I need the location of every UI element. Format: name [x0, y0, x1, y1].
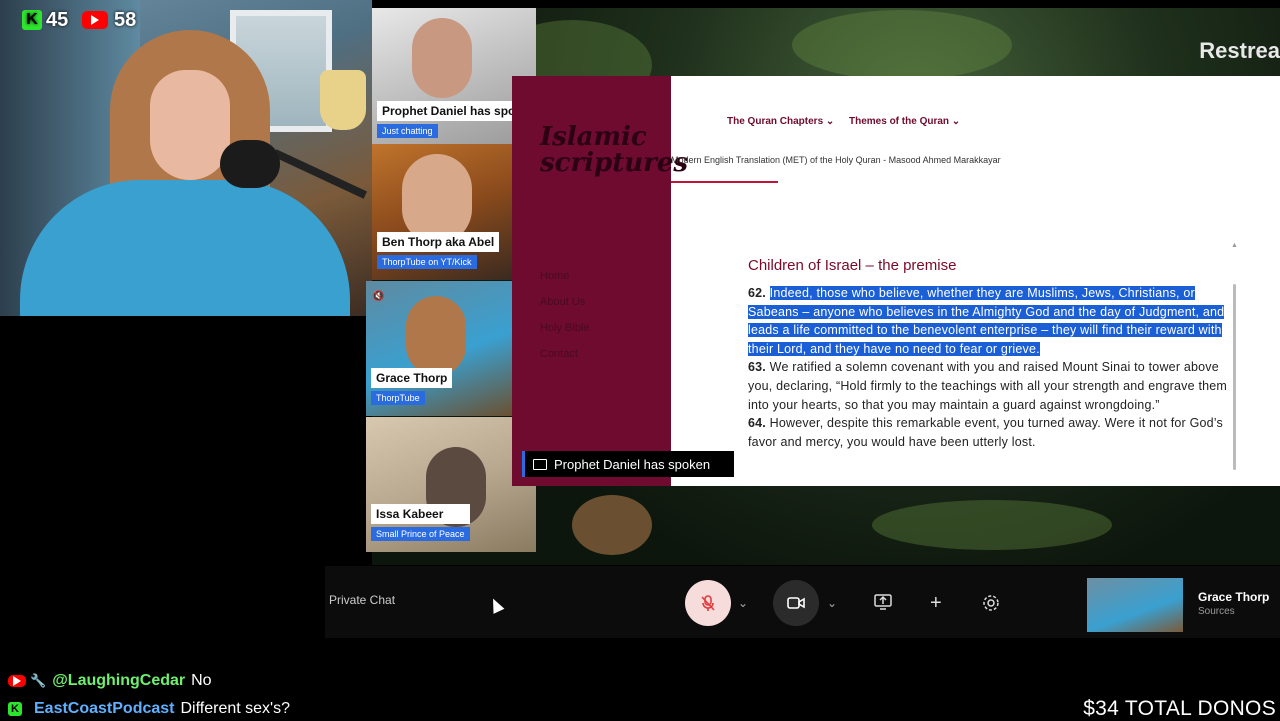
logo-line: scriptures — [540, 148, 689, 178]
screen-share-icon — [533, 458, 547, 470]
screen-share-banner: Prophet Daniel has spoken — [522, 451, 734, 477]
chat-text: Different sex's? — [180, 700, 290, 717]
chat-message: 🔧 @LaughingCedar No — [8, 672, 212, 690]
participant-tile[interactable]: Issa Kabeer Small Prince of Peace — [366, 417, 536, 552]
microphone — [220, 140, 280, 188]
total-donations: $34 TOTAL DONOS — [1083, 697, 1276, 720]
nav-quran-chapters[interactable]: The Quran Chapters ⌄ — [727, 116, 834, 127]
share-screen-button[interactable] — [874, 594, 892, 610]
site-menu-contact[interactable]: Contact — [540, 348, 578, 360]
foliage-decoration — [872, 500, 1112, 550]
kick-count: 45 — [46, 8, 69, 31]
youtube-logo-icon — [8, 675, 26, 687]
participant-name: Prophet Daniel has spok — [377, 101, 528, 121]
self-name: Grace Thorp — [1198, 590, 1270, 604]
camera-options-chevron-icon[interactable]: ⌄ — [827, 596, 837, 610]
logo-line: Islamic — [540, 122, 647, 152]
site-menu-bible[interactable]: Holy Bible — [540, 322, 590, 334]
participant-subtitle: ThorpTube on YT/Kick — [377, 255, 477, 269]
verse-text: 62. Indeed, those who believe, whether t… — [748, 284, 1234, 451]
self-sources-link[interactable]: Sources — [1198, 606, 1235, 617]
site-menu-about[interactable]: About Us — [540, 296, 585, 308]
restream-watermark: Restrea — [1199, 38, 1280, 63]
streamer-webcam — [0, 0, 372, 316]
plus-icon: + — [930, 592, 942, 614]
chat-text: No — [191, 672, 212, 689]
accent-underline — [671, 181, 778, 183]
chat-username: @LaughingCedar — [52, 672, 186, 689]
section-heading: Children of Israel – the premise — [748, 257, 957, 274]
add-button[interactable]: + — [930, 592, 942, 615]
participant-video — [412, 18, 472, 98]
wrench-icon: 🔧 — [30, 673, 47, 688]
participant-name: Ben Thorp aka Abel — [377, 232, 500, 252]
mic-off-icon — [701, 595, 715, 611]
webcam-lamp — [320, 70, 366, 130]
site-menu-home[interactable]: Home — [540, 270, 569, 282]
verse-number: 62. — [748, 286, 766, 300]
participant-tile[interactable]: Ben Thorp aka Abel ThorpTube on YT/Kick — [372, 144, 512, 280]
camera-icon — [787, 597, 805, 609]
streamer-face — [150, 70, 230, 180]
foliage-decoration — [792, 10, 1012, 80]
verse-number: 63. — [748, 360, 766, 375]
settings-button[interactable] — [982, 594, 1000, 612]
gear-icon — [983, 595, 999, 611]
screen-share-label: Prophet Daniel has spoken — [554, 456, 711, 472]
kick-logo-icon: K — [22, 10, 42, 30]
site-subtitle: Modern English Translation (MET) of the … — [671, 155, 1001, 165]
camera-toggle-button[interactable] — [773, 580, 819, 626]
verse-64: However, despite this remarkable event, … — [748, 416, 1223, 449]
participant-subtitle: Small Prince of Peace — [371, 527, 470, 541]
verse-62-highlighted: Indeed, those who believe, whether they … — [748, 286, 1225, 356]
participant-tile[interactable]: 🔇 Grace Thorp ThorpTube — [366, 281, 512, 416]
mic-toggle-button[interactable] — [685, 580, 731, 626]
mic-arm — [272, 149, 368, 199]
scroll-up-icon[interactable]: ▲ — [1231, 242, 1238, 249]
verse-63: We ratified a solemn covenant with you a… — [748, 360, 1228, 412]
nav-themes[interactable]: Themes of the Quran ⌄ — [849, 116, 960, 127]
youtube-viewer-count: 58 — [82, 8, 136, 32]
verse-number: 64. — [748, 416, 766, 431]
top-strip — [372, 0, 1280, 8]
youtube-logo-icon — [82, 11, 108, 29]
site-logo[interactable]: Islamic scriptures — [540, 124, 688, 176]
participant-name: Issa Kabeer — [371, 504, 470, 524]
kick-viewer-count: K 45 — [22, 8, 68, 32]
participant-subtitle: Just chatting — [377, 124, 438, 138]
participant-subtitle: ThorpTube — [371, 391, 425, 405]
chat-username: EastCoastPodcast — [34, 700, 175, 717]
scrollbar[interactable] — [1233, 284, 1236, 470]
private-chat-label: Private Chat — [329, 593, 396, 607]
participant-video — [402, 154, 472, 244]
muted-speaker-icon: 🔇 — [372, 291, 385, 302]
kick-logo-icon: K — [8, 702, 22, 716]
share-screen-icon — [874, 594, 892, 610]
private-chat-button[interactable]: Private Chat — [329, 593, 395, 607]
chat-message: K EastCoastPodcast Different sex's? — [8, 700, 290, 718]
shared-screen: Islamic scriptures Home About Us Holy Bi… — [512, 76, 1280, 486]
youtube-count: 58 — [114, 8, 137, 31]
mic-options-chevron-icon[interactable]: ⌄ — [738, 596, 748, 610]
self-preview-thumbnail[interactable] — [1087, 578, 1183, 632]
bokeh-light — [572, 495, 652, 555]
participant-video — [406, 296, 466, 376]
participant-name: Grace Thorp — [371, 368, 453, 388]
